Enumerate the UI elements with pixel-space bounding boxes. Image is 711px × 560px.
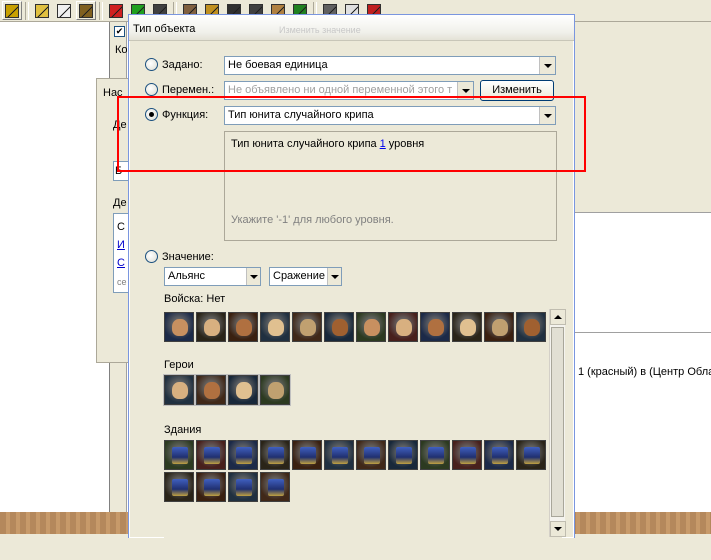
scroll-thumb[interactable] [551, 327, 564, 517]
preset-combo[interactable]: Не боевая единица [224, 56, 556, 75]
buildings-icon-row-1 [164, 440, 548, 470]
object-type-dialog: Тип объекта Изменить значение Задано: Не… [128, 14, 575, 539]
dialog-title: Тип объекта [133, 23, 196, 35]
unit-icon-panel: Герои Здания [164, 309, 562, 539]
divider [575, 332, 711, 333]
building-icon[interactable] [420, 440, 450, 470]
troop-portrait-icon[interactable] [196, 312, 226, 342]
building-icon[interactable] [228, 472, 258, 502]
chevron-down-icon[interactable] [327, 268, 341, 285]
list-icon[interactable] [76, 1, 96, 20]
toolbar-separator [25, 1, 29, 20]
building-icon[interactable] [516, 440, 546, 470]
unit-panel-scrollbar[interactable] [549, 309, 566, 537]
highlight-frame [117, 96, 586, 172]
subdialog-list-item: С [117, 221, 125, 233]
building-icon[interactable] [292, 440, 322, 470]
hero-portrait-icon[interactable] [228, 375, 258, 405]
troop-portrait-icon[interactable] [388, 312, 418, 342]
parameter-hint: Укажите '-1' для любого уровня. [231, 214, 394, 226]
troops-section-title: Войска: Нет [164, 293, 226, 305]
trigger-tree-panel[interactable] [0, 22, 110, 512]
variable-radio[interactable] [145, 83, 158, 96]
troop-portrait-icon[interactable] [356, 312, 386, 342]
subdialog-list-item: се [117, 277, 127, 287]
building-icon[interactable] [452, 440, 482, 470]
building-icon[interactable] [164, 440, 194, 470]
troop-portrait-icon[interactable] [516, 312, 546, 342]
building-icon[interactable] [260, 472, 290, 502]
chevron-down-icon[interactable] [539, 57, 555, 74]
troop-portrait-icon[interactable] [260, 312, 290, 342]
dialog-title-bar[interactable]: Тип объекта Изменить значение [129, 15, 574, 41]
scroll-up-icon[interactable] [550, 309, 566, 325]
troop-portrait-icon[interactable] [324, 312, 354, 342]
building-icon[interactable] [484, 440, 514, 470]
building-icon[interactable] [228, 440, 258, 470]
divider [575, 212, 711, 213]
troop-portrait-icon[interactable] [420, 312, 450, 342]
building-icon[interactable] [324, 440, 354, 470]
variable-label: Перемен.: [162, 84, 215, 96]
hero-portrait-icon[interactable] [260, 375, 290, 405]
close-x-icon[interactable] [2, 1, 22, 20]
value-label: Значение: [162, 251, 214, 263]
troop-portrait-icon[interactable] [452, 312, 482, 342]
troop-portrait-icon[interactable] [292, 312, 322, 342]
flag-icon[interactable] [106, 1, 126, 20]
heroes-section-title: Герои [164, 359, 194, 371]
building-icon[interactable] [164, 472, 194, 502]
subdialog-list-link[interactable]: И [117, 239, 125, 251]
chevron-down-icon[interactable] [246, 268, 260, 285]
folder-icon[interactable] [32, 1, 52, 20]
building-icon[interactable] [356, 440, 386, 470]
troop-portrait-icon[interactable] [484, 312, 514, 342]
value-radio[interactable] [145, 250, 158, 263]
heroes-icon-row [164, 375, 292, 405]
dialog-ghost-title: Изменить значение [279, 25, 361, 35]
hero-portrait-icon[interactable] [164, 375, 194, 405]
troop-portrait-icon[interactable] [228, 312, 258, 342]
toolbar-separator [99, 1, 103, 20]
enabled-checkbox[interactable]: ✔ [114, 26, 125, 37]
troops-icon-row [164, 312, 548, 342]
subdialog-label: Де [113, 197, 127, 209]
background-right-panel [575, 22, 711, 212]
race-combo-value: Альянс [168, 270, 206, 282]
comment-label: Ко [115, 44, 128, 56]
building-icon[interactable] [196, 440, 226, 470]
subdialog-list-link[interactable]: С [117, 257, 125, 269]
buildings-icon-row-2 [164, 472, 292, 502]
hero-portrait-icon[interactable] [196, 375, 226, 405]
preset-combo-value: Не боевая единица [228, 59, 328, 71]
event-line-text[interactable]: 1 (красный) в (Центр Облас [578, 366, 711, 378]
new-file-icon[interactable] [54, 1, 74, 20]
mode-combo-value: Сражение [273, 270, 325, 282]
buildings-section-title: Здания [164, 424, 202, 436]
scroll-down-icon[interactable] [550, 521, 566, 537]
race-combo[interactable]: Альянс [164, 267, 261, 286]
mode-combo[interactable]: Сражение [269, 267, 342, 286]
troop-portrait-icon[interactable] [164, 312, 194, 342]
building-icon[interactable] [196, 472, 226, 502]
building-icon[interactable] [388, 440, 418, 470]
variable-combo-value: Не объявлено ни одной переменной этого т [228, 84, 453, 96]
building-icon[interactable] [260, 440, 290, 470]
preset-label: Задано: [162, 59, 203, 71]
preset-radio[interactable] [145, 58, 158, 71]
